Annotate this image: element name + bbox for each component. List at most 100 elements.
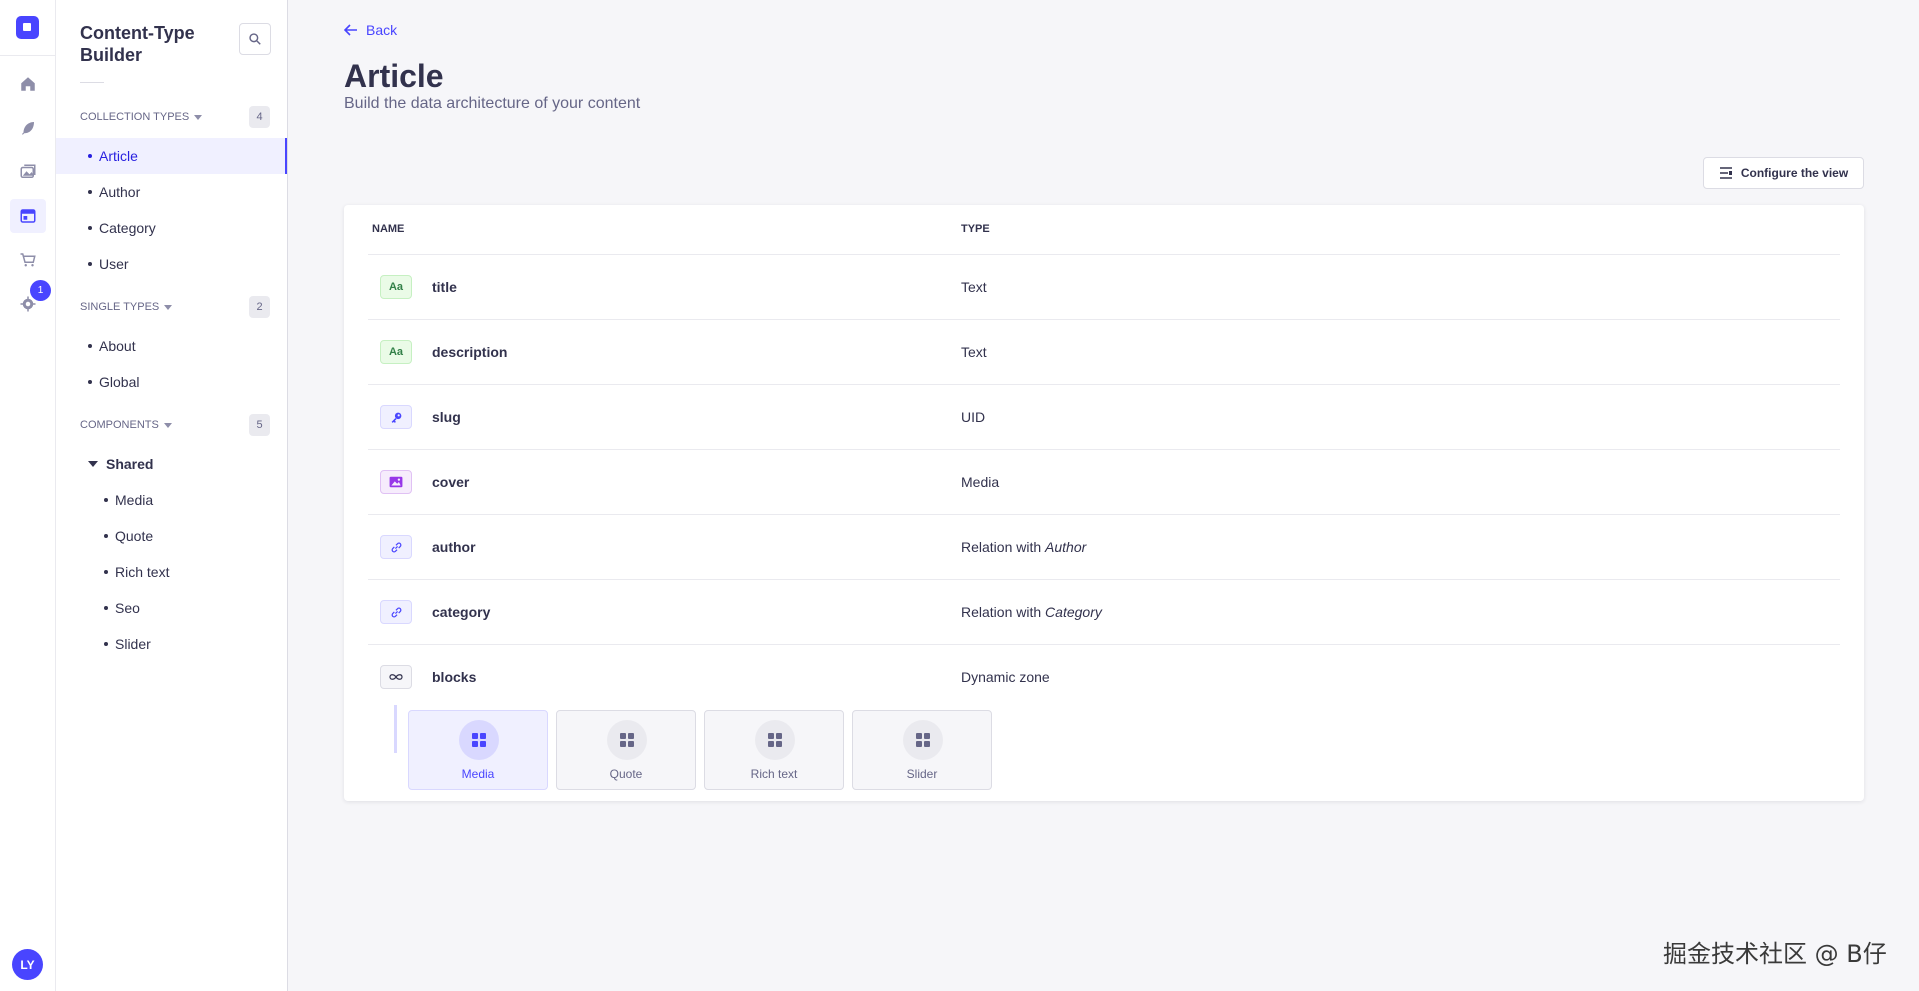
components-label: COMPONENTS	[80, 419, 159, 431]
sidebar-item-media[interactable]: Media	[56, 482, 287, 518]
dz-component-label: Rich text	[750, 767, 798, 781]
dz-component-rich-text[interactable]: Rich text	[704, 710, 844, 790]
table-row[interactable]: blocks Dynamic zone	[368, 645, 1840, 710]
list-settings-icon	[1719, 167, 1732, 179]
text-field-icon: Aa	[380, 340, 412, 364]
sidebar-item-rich-text[interactable]: Rich text	[56, 554, 287, 590]
field-type: Text	[961, 344, 987, 360]
field-type-prefix: Relation with	[961, 539, 1046, 555]
user-avatar[interactable]: LY	[12, 949, 43, 980]
grid-icon	[607, 720, 647, 760]
field-name: description	[432, 344, 508, 360]
sidebar-item-label: Media	[115, 492, 154, 508]
field-type: Dynamic zone	[961, 669, 1050, 685]
dz-component-slider[interactable]: Slider	[852, 710, 992, 790]
single-types-count: 2	[249, 296, 270, 318]
collection-types-label: COLLECTION TYPES	[80, 111, 190, 123]
sidebar-item-label: About	[99, 338, 136, 354]
sidebar-item-category[interactable]: Category	[56, 210, 287, 246]
table-row[interactable]: Aa title Text	[368, 255, 1840, 320]
table-row[interactable]: author Relation with Author	[368, 515, 1840, 580]
components-count: 5	[249, 414, 270, 436]
cart-icon[interactable]	[10, 243, 46, 277]
image-icon	[380, 470, 412, 494]
sidebar-item-quote[interactable]: Quote	[56, 518, 287, 554]
single-types-header[interactable]: SINGLE TYPES 2	[80, 296, 270, 318]
sidebar-item-global[interactable]: Global	[56, 364, 287, 400]
collection-types-header[interactable]: COLLECTION TYPES 4	[80, 106, 270, 128]
field-name: author	[432, 539, 476, 555]
key-icon	[380, 405, 412, 429]
field-type: Relation with Author	[961, 539, 1086, 555]
sidebar-item-user[interactable]: User	[56, 246, 287, 282]
field-type: Media	[961, 474, 1000, 490]
sidebar-item-label: Global	[99, 374, 140, 390]
infinity-icon	[380, 665, 412, 689]
strapi-logo-icon[interactable]	[16, 16, 39, 39]
table-row[interactable]: cover Media	[368, 450, 1840, 515]
back-label: Back	[366, 22, 398, 38]
back-link[interactable]: Back	[344, 22, 397, 38]
sidebar-item-label: Article	[99, 148, 138, 164]
collection-types-count: 4	[249, 106, 270, 128]
feather-icon[interactable]	[10, 111, 46, 145]
text-field-icon: Aa	[380, 275, 412, 299]
field-type-prefix: Relation with	[961, 604, 1046, 620]
caret-down-icon	[88, 461, 98, 467]
configure-view-label: Configure the view	[1740, 166, 1849, 180]
dz-component-quote[interactable]: Quote	[556, 710, 696, 790]
sidebar-title: Content-Type Builder	[80, 23, 195, 65]
sidebar-search-button[interactable]	[239, 23, 271, 55]
sidebar-item-label: Quote	[115, 528, 154, 544]
sidebar-item-about[interactable]: About	[56, 328, 287, 364]
table-header: NAME TYPE	[368, 205, 1840, 255]
component-group-label: Shared	[106, 456, 154, 472]
dz-component-label: Slider	[906, 767, 938, 781]
field-name: category	[432, 604, 491, 620]
dz-component-label: Media	[461, 767, 495, 781]
content-type-builder-sidebar: Content-Type Builder COLLECTION TYPES 4 …	[56, 0, 288, 991]
relation-target: Category	[1045, 604, 1102, 620]
field-name: blocks	[432, 669, 477, 685]
component-group-shared[interactable]: Shared	[88, 446, 153, 482]
field-type: Text	[961, 279, 987, 295]
home-icon[interactable]	[10, 67, 46, 101]
search-icon	[249, 33, 261, 45]
sidebar-item-author[interactable]: Author	[56, 174, 287, 210]
table-row[interactable]: category Relation with Category	[368, 580, 1840, 645]
column-header-name: NAME	[372, 223, 405, 235]
components-header[interactable]: COMPONENTS 5	[80, 414, 270, 436]
sidebar-item-slider[interactable]: Slider	[56, 626, 287, 662]
media-library-icon[interactable]	[10, 155, 46, 189]
page-title: Article	[344, 58, 444, 94]
dz-component-media[interactable]: Media	[408, 710, 548, 790]
sidebar-item-label: Rich text	[115, 564, 170, 580]
table-row[interactable]: slug UID	[368, 385, 1840, 450]
chevron-down-icon	[163, 422, 172, 428]
sidebar-item-seo[interactable]: Seo	[56, 590, 287, 626]
sidebar-divider	[80, 82, 104, 83]
single-types-label: SINGLE TYPES	[80, 301, 160, 313]
sidebar-item-label: Author	[99, 184, 141, 200]
rail-divider	[0, 55, 56, 56]
table-row[interactable]: Aa description Text	[368, 320, 1840, 385]
link-icon	[380, 535, 412, 559]
grid-icon	[755, 720, 795, 760]
main-nav-rail: 1 LY	[0, 0, 56, 991]
dz-component-label: Quote	[609, 767, 643, 781]
arrow-left-icon	[344, 24, 357, 36]
chevron-down-icon	[194, 114, 203, 120]
sidebar-item-label: Category	[99, 220, 156, 236]
field-name: cover	[432, 474, 470, 490]
field-name: slug	[432, 409, 461, 425]
field-name: title	[432, 279, 457, 295]
notification-badge: 1	[30, 280, 51, 301]
sidebar-item-label: User	[99, 256, 129, 272]
watermark-text: 掘金技术社区 @ B仔	[1663, 940, 1887, 968]
configure-view-button[interactable]: Configure the view	[1703, 157, 1864, 189]
content-type-builder-icon[interactable]	[10, 199, 46, 233]
sidebar-item-article[interactable]: Article	[56, 138, 287, 174]
column-header-type: TYPE	[961, 223, 990, 235]
sidebar-item-label: Slider	[115, 636, 151, 652]
page-subtitle: Build the data architecture of your cont…	[344, 95, 641, 112]
